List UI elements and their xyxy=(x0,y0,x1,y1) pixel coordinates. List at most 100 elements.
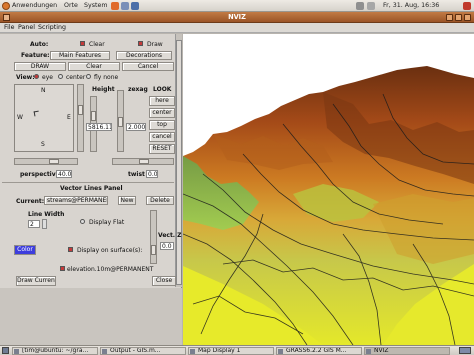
scrollbar-thumb[interactable] xyxy=(176,40,182,285)
draw-button[interactable]: DRAW xyxy=(14,62,66,71)
workspace-switcher[interactable] xyxy=(459,347,471,354)
decorations-button[interactable]: Decorations xyxy=(116,51,172,60)
look-top-button[interactable]: top xyxy=(149,120,175,130)
look-cancel-button[interactable]: cancel xyxy=(149,132,175,142)
clear-checkbox[interactable] xyxy=(80,41,85,46)
perspective-field[interactable]: 40.0 xyxy=(56,170,72,178)
slider-knob[interactable] xyxy=(118,117,123,127)
clock[interactable]: Fr, 31. Aug, 16:36 xyxy=(383,1,439,11)
eye-position-pad[interactable]: N S W E xyxy=(14,84,74,152)
panel-scrollbar[interactable] xyxy=(175,34,182,287)
twist-label: twist xyxy=(128,171,145,178)
look-center-button[interactable]: center xyxy=(149,108,175,118)
perspective-slider[interactable] xyxy=(14,158,78,165)
task-map-display[interactable]: Map Display 1 xyxy=(188,347,274,355)
compass-east: E xyxy=(67,114,71,121)
twist-field[interactable]: 0.0 xyxy=(146,170,158,178)
surface-label: elevation.10m@PERMANENT xyxy=(67,266,154,273)
slider-knob[interactable] xyxy=(151,245,156,255)
menu-system[interactable]: System xyxy=(84,1,107,11)
menu-scripting[interactable]: Scripting xyxy=(38,24,66,31)
terminal-icon xyxy=(14,349,19,354)
twist-slider[interactable] xyxy=(112,158,174,165)
clear-button[interactable]: Clear xyxy=(68,62,120,71)
close-button[interactable]: Close xyxy=(152,276,176,286)
look-reset-button[interactable]: RESET xyxy=(149,144,175,154)
feature-label: Feature: xyxy=(21,52,50,59)
status-area xyxy=(0,288,182,345)
draw-checkbox[interactable] xyxy=(138,41,143,46)
window-title: NVIZ xyxy=(228,13,246,21)
view-eye-radio[interactable] xyxy=(34,74,39,79)
task-label: NVIZ xyxy=(374,347,389,354)
window-icon xyxy=(102,349,107,354)
taskbar: [tim@ubuntu: ~/gra... Output - GIS.m... … xyxy=(0,345,474,355)
line-width-field[interactable]: 2 xyxy=(28,220,40,228)
nviz-3d-canvas[interactable] xyxy=(183,34,474,345)
firefox-icon[interactable] xyxy=(111,2,119,10)
menu-places[interactable]: Orte xyxy=(64,1,78,11)
view-center-label: center xyxy=(66,74,86,81)
network-icon[interactable] xyxy=(356,2,364,10)
task-label: GRASS6.2.2 GIS M... xyxy=(286,347,347,354)
volume-icon[interactable] xyxy=(367,2,375,10)
line-width-label: Line Width xyxy=(28,211,65,218)
main-features-button[interactable]: Main Features xyxy=(50,51,110,60)
task-nviz[interactable]: NVIZ xyxy=(364,347,450,355)
new-button[interactable]: New xyxy=(118,196,136,205)
view-center-radio[interactable] xyxy=(58,74,63,79)
menu-file[interactable]: File xyxy=(4,24,15,31)
window-icon xyxy=(278,349,283,354)
surface-checkbox[interactable] xyxy=(60,266,65,271)
view-label: View: xyxy=(16,74,35,81)
task-output[interactable]: Output - GIS.m... xyxy=(100,347,186,355)
help-icon[interactable] xyxy=(131,2,139,10)
current-label: Current: xyxy=(16,198,45,205)
window-icon xyxy=(190,349,195,354)
task-terminal[interactable]: [tim@ubuntu: ~/gra... xyxy=(12,347,98,355)
height-field[interactable]: 5816.11 xyxy=(86,123,112,131)
vect-z-slider[interactable] xyxy=(150,210,157,264)
menu-panel[interactable]: Panel xyxy=(18,24,35,31)
line-width-spinner[interactable] xyxy=(42,219,47,229)
display-flat-radio[interactable] xyxy=(80,219,85,224)
slider-knob[interactable] xyxy=(91,111,96,121)
menu-applications[interactable]: Anwendungen xyxy=(12,1,57,11)
task-grass-gis[interactable]: GRASS6.2.2 GIS M... xyxy=(276,347,362,355)
maximize-button[interactable] xyxy=(455,14,462,21)
power-icon[interactable] xyxy=(463,2,471,10)
mail-icon[interactable] xyxy=(121,2,129,10)
ubuntu-logo-icon[interactable] xyxy=(2,2,10,10)
view-fly-label: fly none xyxy=(94,74,119,81)
display-on-surface-checkbox[interactable] xyxy=(68,247,73,252)
current-vector-select[interactable]: streams@PERMANENT xyxy=(44,196,108,205)
delete-button[interactable]: Delete xyxy=(146,196,174,205)
vect-z-label: Vect. Z xyxy=(158,232,182,239)
draw-current-button[interactable]: Draw Current xyxy=(16,276,56,286)
zexag-field[interactable]: 2.000 xyxy=(126,123,146,131)
color-button[interactable]: Color xyxy=(14,245,36,255)
clear-check-label: Clear xyxy=(89,41,105,48)
close-window-button[interactable] xyxy=(464,14,471,21)
minimize-button[interactable] xyxy=(446,14,453,21)
slider-knob[interactable] xyxy=(139,159,149,164)
task-label: [tim@ubuntu: ~/gra... xyxy=(22,347,89,354)
show-desktop-icon[interactable] xyxy=(2,347,9,354)
view-fly-radio[interactable] xyxy=(86,74,91,79)
window-titlebar[interactable]: NVIZ xyxy=(0,12,474,23)
vect-z-field[interactable]: 0.0 xyxy=(160,242,174,250)
perspective-label: perspective xyxy=(20,171,60,178)
cancel-button[interactable]: Cancel xyxy=(122,62,174,71)
window-icon xyxy=(366,349,371,354)
zexag-label: zexag xyxy=(128,86,148,93)
compass-west: W xyxy=(17,114,23,121)
zexag-slider[interactable] xyxy=(117,90,124,152)
display-flat-label: Display Flat xyxy=(89,219,125,226)
look-here-button[interactable]: here xyxy=(149,96,175,106)
slider-knob[interactable] xyxy=(49,159,59,164)
slider-knob[interactable] xyxy=(78,105,83,115)
terrain-render[interactable] xyxy=(183,34,474,345)
position-vertical-slider[interactable] xyxy=(77,84,84,152)
auto-label: Auto: xyxy=(30,41,49,48)
look-label: LOOK xyxy=(153,86,172,93)
